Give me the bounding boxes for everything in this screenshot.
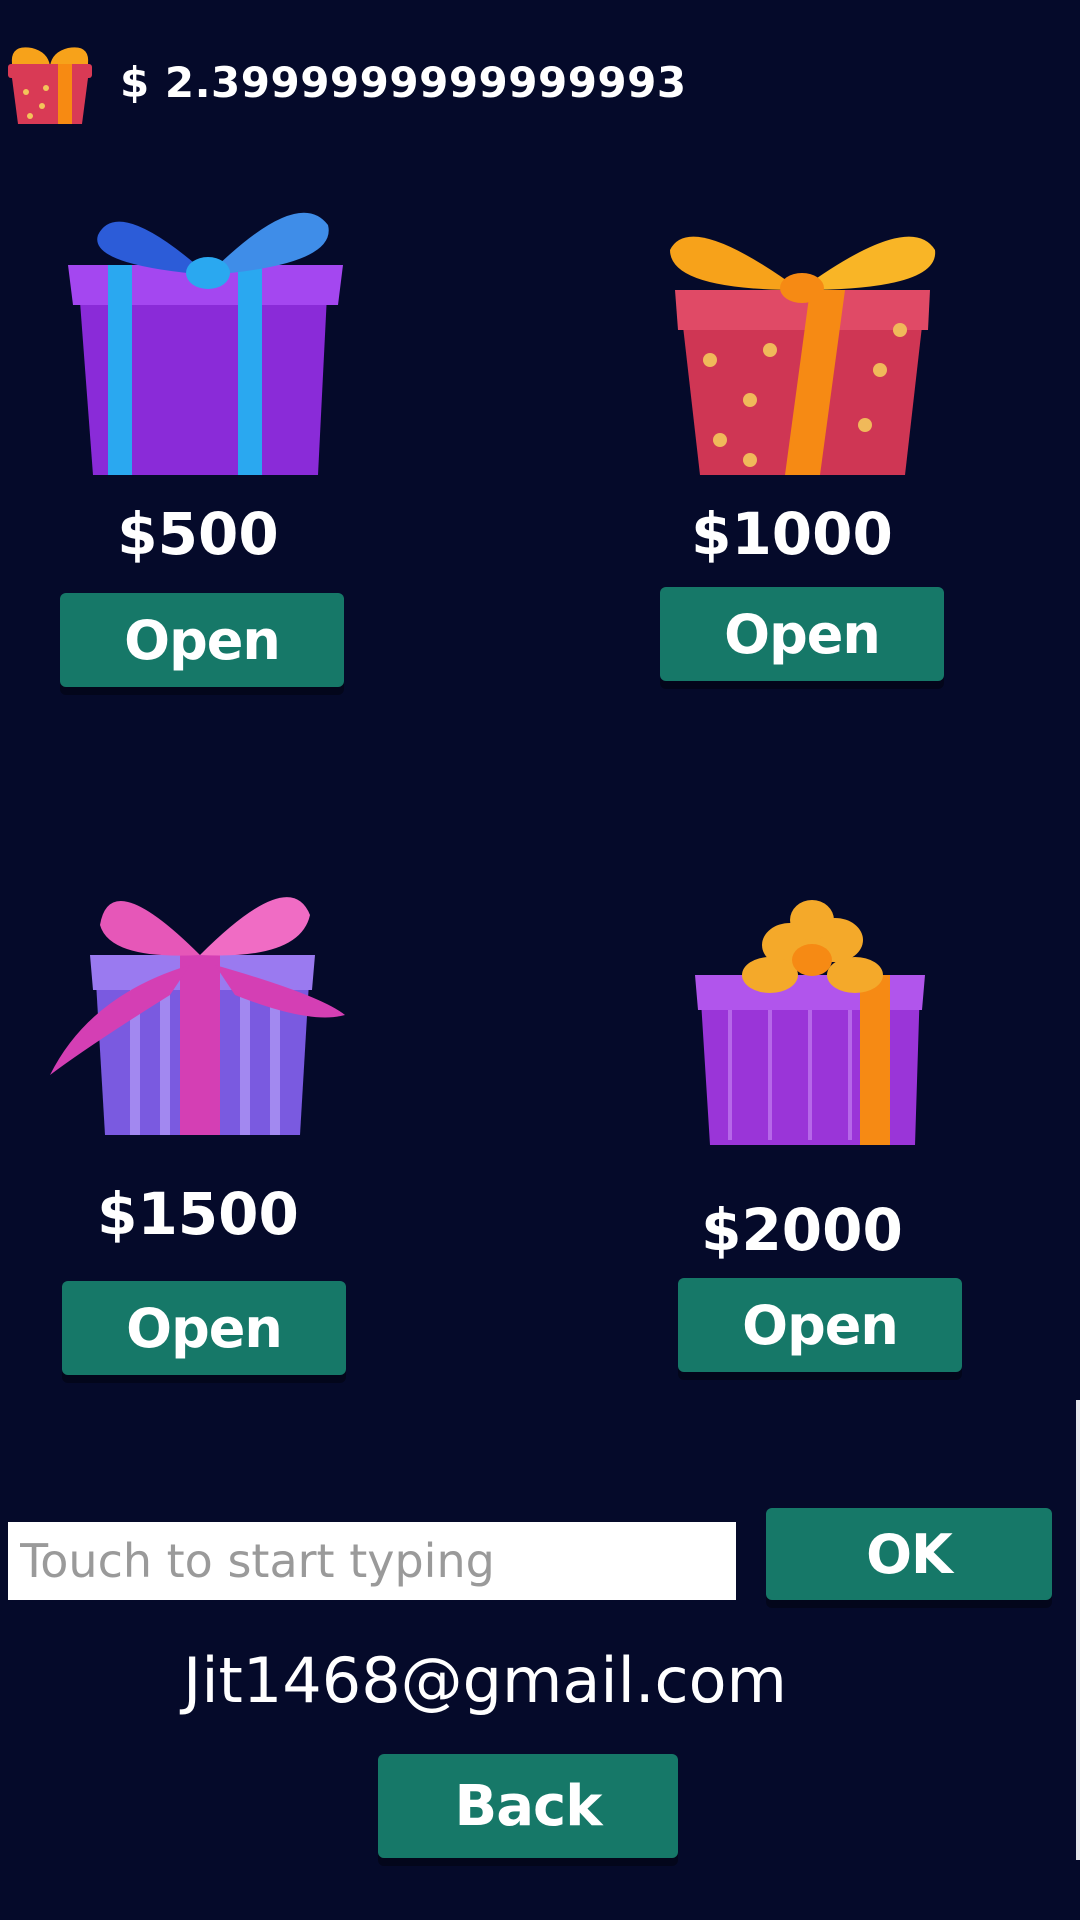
striped-gift-icon bbox=[50, 885, 350, 1165]
purple-gold-gift-icon bbox=[660, 885, 960, 1165]
code-input[interactable] bbox=[8, 1522, 736, 1600]
gift-price: $2000 bbox=[701, 1196, 903, 1264]
gift-price: $1000 bbox=[691, 500, 893, 568]
open-button-2000[interactable]: Open bbox=[678, 1278, 962, 1372]
ok-button[interactable]: OK bbox=[766, 1508, 1052, 1600]
gift-price: $500 bbox=[117, 500, 279, 568]
open-button-1500[interactable]: Open bbox=[62, 1281, 346, 1375]
red-star-gift-icon bbox=[650, 220, 950, 500]
balance-text: $ 2.3999999999999993 bbox=[120, 58, 687, 107]
email-text: Jit1468@gmail.com bbox=[183, 1644, 787, 1717]
gift-box-icon bbox=[2, 34, 98, 126]
back-button[interactable]: Back bbox=[378, 1754, 678, 1858]
purple-gift-icon bbox=[58, 205, 358, 485]
open-button-1000[interactable]: Open bbox=[660, 587, 944, 681]
edge-divider bbox=[1076, 1400, 1080, 1860]
gift-price: $1500 bbox=[97, 1180, 299, 1248]
open-button-500[interactable]: Open bbox=[60, 593, 344, 687]
